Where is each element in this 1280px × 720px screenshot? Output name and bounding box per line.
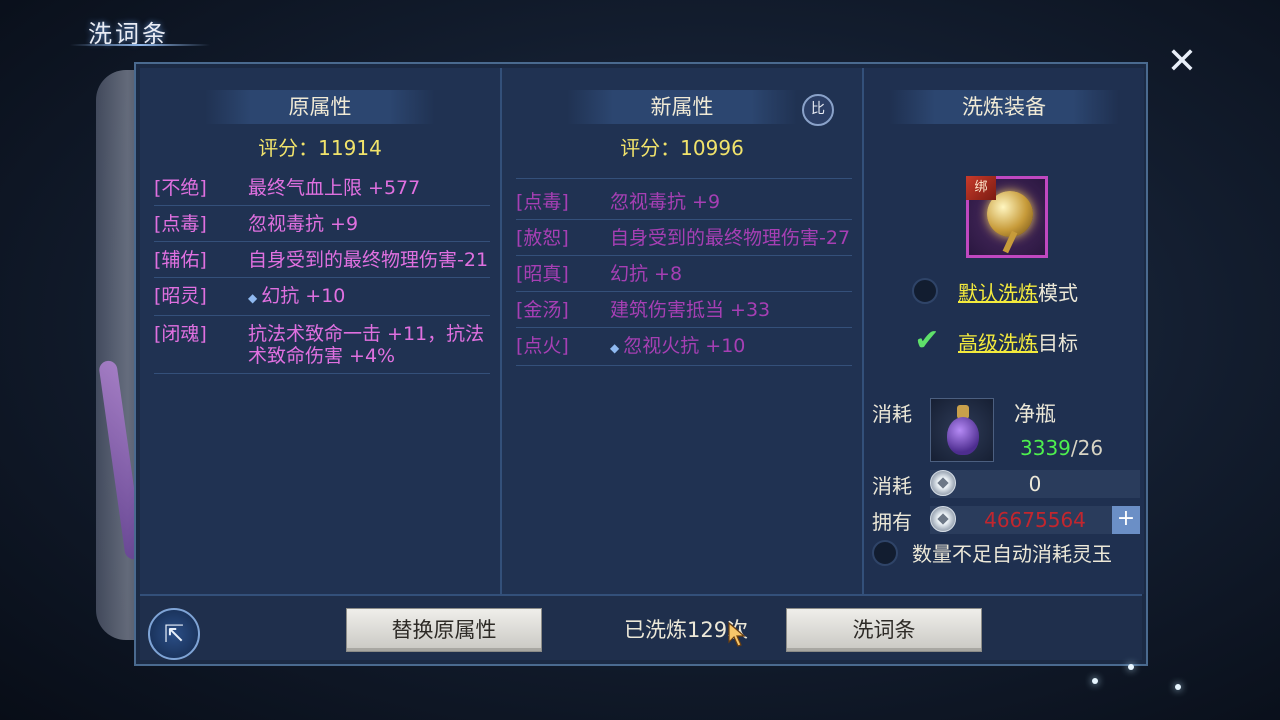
original-attribute-list: [不绝] 最终气血上限 +577 [点毒] 忽视毒抗 +9 [辅佑] 自身受到的… xyxy=(154,170,490,374)
attribute-tag: [昭真] xyxy=(516,263,569,285)
scrolled-row-fragment xyxy=(516,168,852,179)
attribute-row: [点火] ◆ 忽视火抗 +10 xyxy=(516,328,852,366)
original-attributes-header: 原属性 xyxy=(205,90,435,124)
attribute-row: [辅佑] 自身受到的最终物理伤害-21 xyxy=(154,242,490,278)
option-suffix: 模式 xyxy=(1038,280,1078,305)
attribute-value: 幻抗 +8 xyxy=(610,263,683,285)
attribute-row: [昭真] 幻抗 +8 xyxy=(516,256,852,292)
replace-attributes-button[interactable]: 替换原属性 xyxy=(346,608,542,652)
original-attributes-column: 原属性 评分：11914 [不绝] 最终气血上限 +577 [点毒] 忽视毒抗 … xyxy=(140,68,502,594)
new-attribute-list[interactable]: [点毒] 忽视毒抗 +9 [赦恕] 自身受到的最终物理伤害-27 [昭真] 幻抗… xyxy=(516,184,852,366)
item-have-count: 3339 xyxy=(1020,436,1071,460)
attribute-value: 自身受到的最终物理伤害-21 xyxy=(248,249,489,271)
sparkle-decoration xyxy=(1175,684,1181,690)
share-icon[interactable]: ⇱ xyxy=(148,608,200,660)
attribute-tag: [点毒] xyxy=(516,191,569,213)
attribute-row: [赦恕] 自身受到的最终物理伤害-27 xyxy=(516,220,852,256)
owned-money-bar: 46675564 + xyxy=(930,506,1140,534)
refine-panel: 原属性 评分：11914 [不绝] 最终气血上限 +577 [点毒] 忽视毒抗 … xyxy=(134,62,1148,666)
money-cost-bar: 0 xyxy=(930,470,1140,498)
advanced-refine-link[interactable]: 高级洗炼 xyxy=(958,327,1038,356)
original-score: 评分：11914 xyxy=(258,136,382,160)
radio-button[interactable] xyxy=(912,278,938,304)
attribute-value: 忽视毒抗 +9 xyxy=(248,213,359,235)
attribute-value: ◆ 忽视火抗 +10 xyxy=(610,335,852,359)
action-bar: ⇱ 替换原属性 已洗炼129次 洗词条 xyxy=(140,594,1142,660)
pointer-cursor-icon xyxy=(728,622,746,647)
advanced-refine-option[interactable]: ✔ 高级洗炼 目标 xyxy=(912,326,1078,356)
add-currency-button[interactable]: + xyxy=(1112,506,1140,534)
attribute-row: [昭灵] ◆ 幻抗 +10 xyxy=(154,278,490,316)
attribute-row: [不绝] 最终气血上限 +577 xyxy=(154,170,490,206)
attribute-value: 自身受到的最终物理伤害-27 xyxy=(610,227,851,249)
attribute-tag: [辅佑] xyxy=(154,249,207,271)
coin-icon xyxy=(930,506,956,532)
attribute-tag: [赦恕] xyxy=(516,227,569,249)
attribute-row: [闭魂] 抗法术致命一击 +11，抗法术致命伤害 +4% xyxy=(154,316,490,374)
refine-button[interactable]: 洗词条 xyxy=(786,608,982,652)
item-need-count: /26 xyxy=(1070,436,1104,460)
attribute-value: 抗法术致命一击 +11，抗法术致命伤害 +4% xyxy=(248,323,485,367)
equipment-slot[interactable]: 绑 xyxy=(966,176,1048,258)
attribute-value-text: 幻抗 +10 xyxy=(261,285,346,307)
close-icon[interactable]: ✕ xyxy=(1160,40,1204,84)
new-attributes-column: 新属性 比 评分：10996 [点毒] 忽视毒抗 +9 [赦恕] 自身受到的最终… xyxy=(502,68,864,594)
attribute-row: [点毒] 忽视毒抗 +9 xyxy=(154,206,490,242)
attribute-tag: [闭魂] xyxy=(154,323,207,345)
attribute-tag: [点火] xyxy=(516,335,569,357)
diamond-icon: ◆ xyxy=(610,341,620,355)
attribute-tag: [不绝] xyxy=(154,177,207,199)
compare-button[interactable]: 比 xyxy=(802,94,834,126)
bound-badge: 绑 xyxy=(966,176,996,200)
attribute-value: ◆ 幻抗 +10 xyxy=(248,285,490,309)
money-cost-value: 0 xyxy=(1028,472,1042,496)
owned-label: 拥有 xyxy=(872,510,912,534)
attribute-row: [点毒] 忽视毒抗 +9 xyxy=(516,184,852,220)
new-score: 评分：10996 xyxy=(620,136,744,160)
sparkle-decoration xyxy=(1128,664,1134,670)
auto-consume-option[interactable]: 数量不足自动消耗灵玉 xyxy=(872,538,1112,567)
option-suffix: 目标 xyxy=(1038,330,1078,355)
consumable-item-count: 3339/26 xyxy=(1020,436,1103,460)
vase-icon xyxy=(947,417,979,455)
item-cost-label: 消耗 xyxy=(872,402,912,426)
money-cost-label: 消耗 xyxy=(872,474,912,498)
refine-equipment-column: 洗炼装备 绑 默认洗炼 模式 ✔ 高级洗炼 目标 消耗 净瓶 3339/26 消… xyxy=(864,68,1144,594)
default-refine-link[interactable]: 默认洗炼 xyxy=(958,277,1038,306)
attribute-tag: [金汤] xyxy=(516,299,569,321)
new-attributes-header: 新属性 xyxy=(567,90,797,124)
radio-button[interactable] xyxy=(872,539,898,566)
auto-consume-label: 数量不足自动消耗灵玉 xyxy=(912,542,1112,566)
attribute-value: 忽视毒抗 +9 xyxy=(610,191,721,213)
attribute-row: [金汤] 建筑伤害抵当 +33 xyxy=(516,292,852,328)
sparkle-decoration xyxy=(1092,678,1098,684)
title-underline xyxy=(70,44,210,46)
owned-money-value: 46675564 xyxy=(984,508,1086,532)
attribute-value: 最终气血上限 +577 xyxy=(248,177,421,199)
checkmark-icon[interactable]: ✔ xyxy=(912,326,942,356)
attribute-tag: [点毒] xyxy=(154,213,207,235)
consumable-item-slot[interactable] xyxy=(930,398,994,462)
refine-equipment-header: 洗炼装备 xyxy=(889,90,1119,124)
default-refine-option[interactable]: 默认洗炼 模式 xyxy=(912,276,1078,306)
attribute-tag: [昭灵] xyxy=(154,285,207,307)
diamond-icon: ◆ xyxy=(248,291,258,305)
attribute-value-text: 忽视火抗 +10 xyxy=(623,335,746,357)
attribute-value: 建筑伤害抵当 +33 xyxy=(610,299,771,321)
consumable-item-name: 净瓶 xyxy=(1014,402,1056,426)
coin-icon xyxy=(930,470,956,496)
